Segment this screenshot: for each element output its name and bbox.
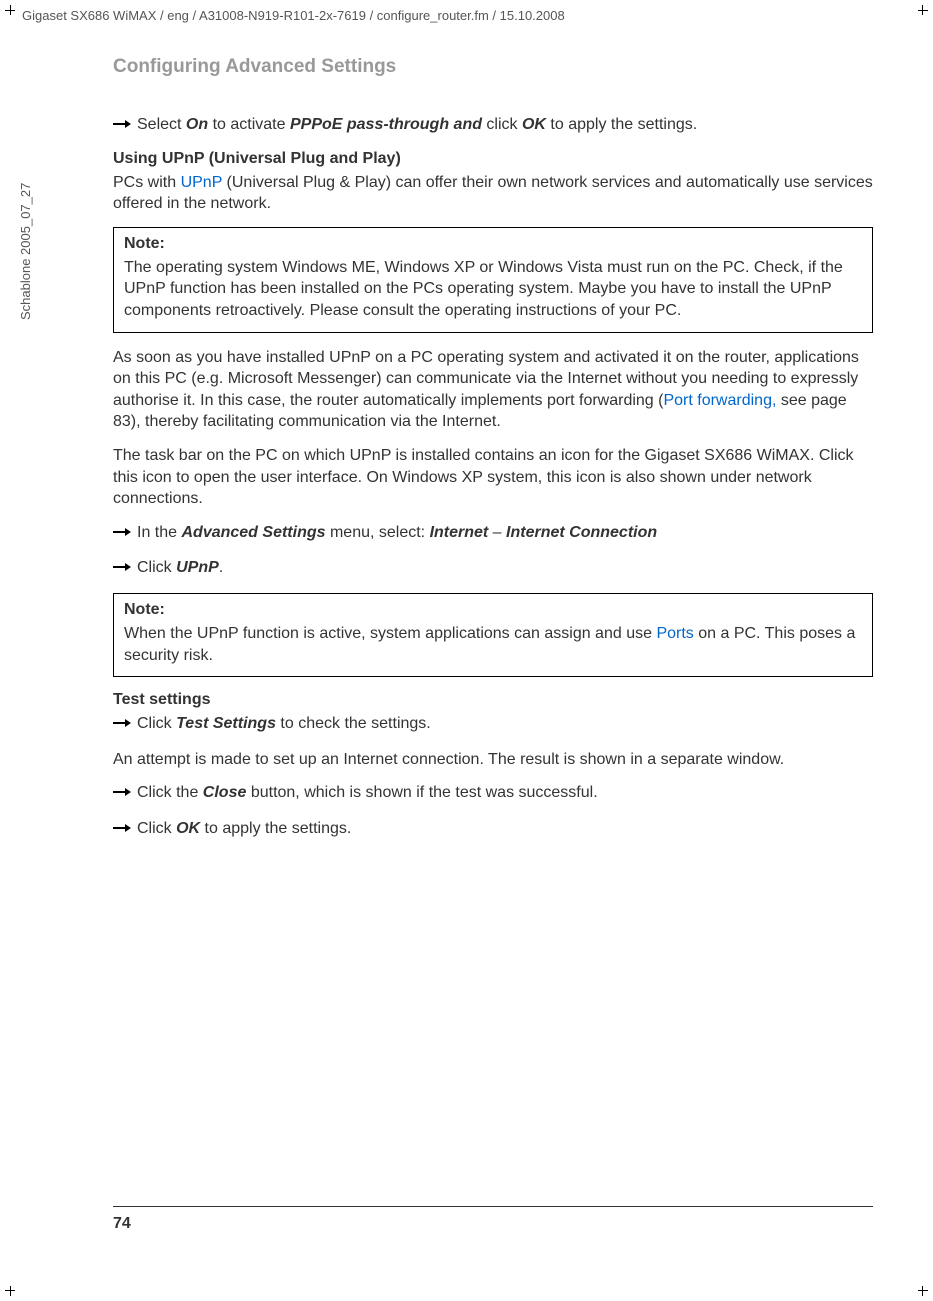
note-box-2: Note: When the UPnP function is active, … — [113, 593, 873, 677]
menu-advanced-settings: Advanced Settings — [181, 524, 325, 541]
ui-button-ok: OK — [522, 116, 546, 133]
arrow-icon — [113, 561, 137, 573]
template-version: Schablone 2005_07_27 — [18, 183, 33, 320]
crop-mark — [922, 5, 923, 15]
page-number: 74 — [113, 1215, 131, 1233]
arrow-icon — [113, 118, 137, 130]
crop-mark — [10, 5, 11, 15]
port-forwarding-link[interactable]: Port forwarding, — [663, 392, 776, 409]
ui-option-upnp: UPnP — [176, 559, 219, 576]
para-attempt: An attempt is made to set up an Internet… — [113, 749, 873, 771]
crop-mark — [918, 10, 928, 11]
arrow-icon — [113, 822, 137, 834]
note-text: When the UPnP function is active, system… — [124, 623, 862, 666]
upnp-heading: Using UPnP (Universal Plug and Play) — [113, 150, 873, 168]
arrow-icon — [113, 526, 137, 538]
ui-button-close: Close — [203, 784, 247, 801]
ui-button-test-settings: Test Settings — [176, 715, 276, 732]
step-text: Select On to activate PPPoE pass-through… — [137, 114, 873, 136]
test-settings-heading: Test settings — [113, 691, 873, 709]
step-text: Click UPnP. — [137, 557, 873, 579]
ui-option-pppoe: PPPoE pass-through and — [290, 116, 482, 133]
step-text: Click Test Settings to check the setting… — [137, 713, 873, 735]
note-box-1: Note: The operating system Windows ME, W… — [113, 227, 873, 333]
para-taskbar: The task bar on the PC on which UPnP is … — [113, 445, 873, 510]
upnp-link[interactable]: UPnP — [181, 174, 223, 191]
step-text: In the Advanced Settings menu, select: I… — [137, 522, 873, 544]
crop-mark — [922, 1286, 923, 1296]
ui-button-ok: OK — [176, 820, 200, 837]
ui-option-on: On — [186, 116, 208, 133]
para-upnp-install: As soon as you have installed UPnP on a … — [113, 347, 873, 433]
upnp-intro-para: PCs with UPnP (Universal Plug & Play) ca… — [113, 172, 873, 215]
note-title: Note: — [124, 235, 862, 253]
step-text: Click OK to apply the settings. — [137, 818, 873, 840]
ports-link[interactable]: Ports — [656, 625, 693, 642]
menu-internet-connection: Internet Connection — [506, 524, 657, 541]
menu-internet: Internet — [430, 524, 489, 541]
arrow-icon — [113, 786, 137, 798]
crop-mark — [918, 1290, 928, 1291]
header-file-path: Gigaset SX686 WiMAX / eng / A31008-N919-… — [22, 8, 565, 23]
arrow-icon — [113, 717, 137, 729]
crop-mark — [10, 1286, 11, 1296]
page-title: Configuring Advanced Settings — [113, 56, 873, 78]
note-text: The operating system Windows ME, Windows… — [124, 257, 862, 322]
page-footer-line — [113, 1206, 873, 1207]
note-title: Note: — [124, 601, 862, 619]
step-text: Click the Close button, which is shown i… — [137, 782, 873, 804]
